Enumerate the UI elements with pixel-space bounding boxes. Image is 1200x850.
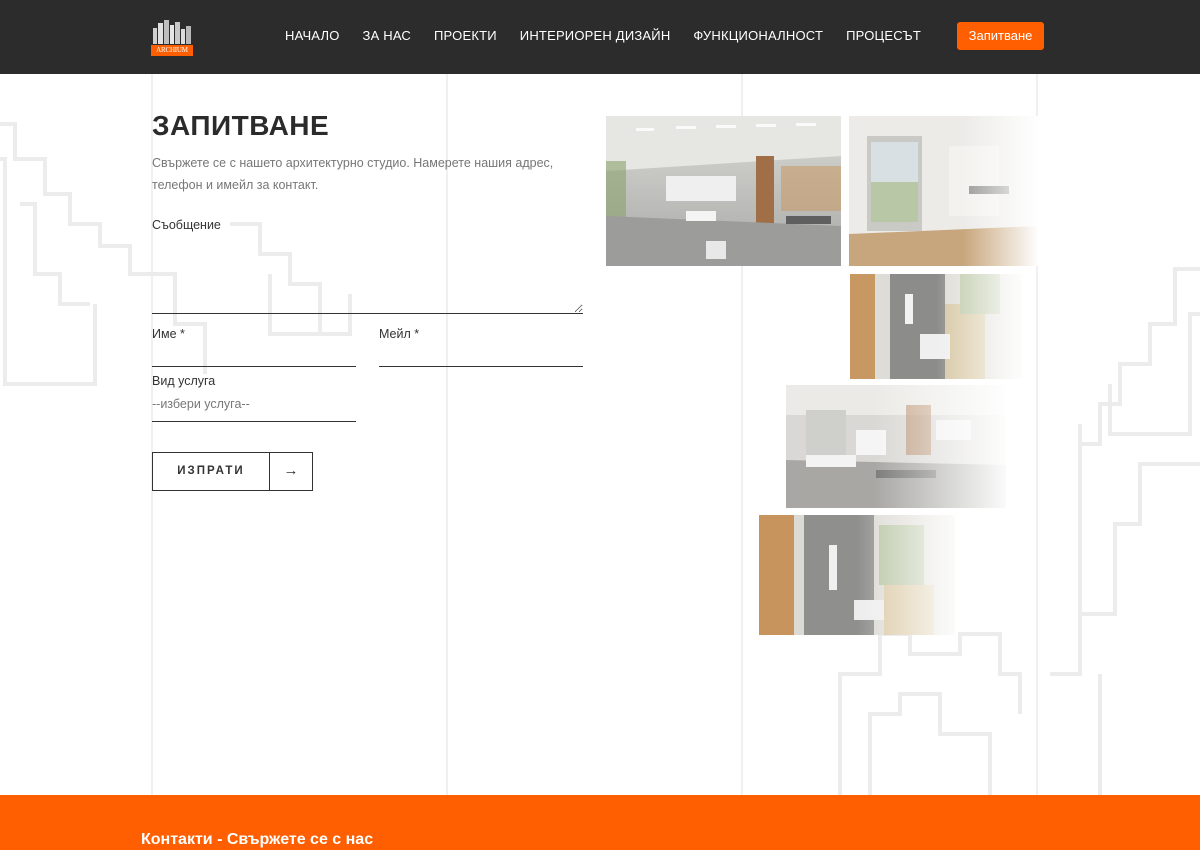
building-logo-icon <box>153 20 191 44</box>
gallery-image-office-1 <box>606 116 841 266</box>
service-select[interactable]: --избери услуга-- <box>152 394 356 422</box>
nav-item-interior-design[interactable]: ИНТЕРИОРЕН ДИЗАЙН <box>520 28 671 44</box>
page-title: ЗАПИТВАНЕ <box>152 110 330 141</box>
service-label: Вид услуга <box>152 374 216 388</box>
email-field[interactable] <box>379 345 583 367</box>
contacts-footer: Контакти - Свържете се с нас <box>0 795 1200 850</box>
nav-item-process[interactable]: ПРОЦЕСЪТ <box>846 28 921 44</box>
footer-title: Контакти - Свържете се с нас <box>141 831 374 848</box>
message-label: Съобщение <box>152 218 221 232</box>
nav-item-projects[interactable]: ПРОЕКТИ <box>434 28 497 44</box>
email-label: Мейл * <box>379 327 420 341</box>
inquiry-button[interactable]: Запитване <box>957 22 1044 50</box>
gallery-image-room-window <box>849 116 1039 266</box>
nav-item-home[interactable]: НАЧАЛО <box>285 28 340 44</box>
arrow-right-icon: → <box>283 462 299 479</box>
site-logo[interactable]: ARCHIUM <box>151 20 193 56</box>
gallery-image-office-2 <box>786 385 1006 508</box>
name-label: Име * <box>152 327 185 341</box>
logo-text: ARCHIUM <box>151 45 193 56</box>
page-intro: Свържете се с нашето архитектурно студио… <box>152 156 554 192</box>
nav-item-about[interactable]: ЗА НАС <box>363 28 412 44</box>
nav-item-functionality[interactable]: ФУНКЦИОНАЛНОСТ <box>693 28 823 44</box>
gallery-image-bathroom-2 <box>759 515 955 635</box>
name-field[interactable] <box>152 345 356 367</box>
submit-label: ИЗПРАТИ <box>153 453 270 490</box>
message-field[interactable] <box>152 240 583 314</box>
site-header: ARCHIUM НАЧАЛО ЗА НАС ПРОЕКТИ ИНТЕРИОРЕН… <box>0 0 1200 74</box>
gallery-image-bathroom-1 <box>850 274 1022 379</box>
submit-button[interactable]: ИЗПРАТИ → <box>152 452 313 491</box>
main-nav: НАЧАЛО ЗА НАС ПРОЕКТИ ИНТЕРИОРЕН ДИЗАЙН … <box>285 28 944 44</box>
